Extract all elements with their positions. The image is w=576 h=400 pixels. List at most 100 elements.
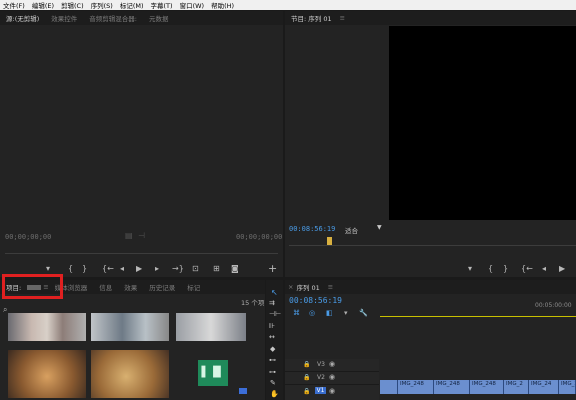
rate-stretch-icon[interactable]: ↔ [269,333,275,341]
tab-program[interactable]: 节目: 序列 01 [285,13,338,23]
slide-icon[interactable]: ⊶ [269,368,276,376]
tab-history[interactable]: 历史记录 [143,282,181,292]
timeline-clip[interactable] [380,380,398,394]
track-name-v1[interactable]: V1 [315,387,326,394]
add-marker-icon[interactable]: ◧ [326,309,333,317]
playhead-icon[interactable] [327,237,332,245]
step-forward-icon[interactable]: ▸ [155,264,159,273]
track-name-v3: V3 [317,361,325,368]
lock-icon[interactable]: 🔒 [303,388,310,395]
marker-icon-2[interactable]: ▾ [468,264,472,273]
play-icon[interactable]: ▶ [136,264,142,273]
plus-icon[interactable]: + [268,262,277,275]
razor-icon[interactable]: ◆ [270,345,275,353]
tab-effects[interactable]: 效果 [118,282,143,292]
selection-tool-icon[interactable]: ↖ [271,288,278,297]
program-monitor-panel: 节目: 序列 01 ≡ 00:08:56:19 适合 ▼ ▾ { } {← ◂ … [285,11,576,277]
track-header-v2[interactable]: 🔒 V2 ◉ [285,372,379,385]
wrench-icon[interactable]: ⊣ [138,231,145,240]
menu-edit[interactable]: 编辑(E) [32,0,54,10]
clip-thumbnail-4[interactable] [8,350,86,398]
project-item-count: 15 个项 [241,299,265,307]
clip-thumbnail-5[interactable] [91,350,169,398]
tab-info[interactable]: 信息 [93,282,118,292]
play-icon-2[interactable]: ▶ [559,264,565,273]
project-panel: 项目: ≡ 媒体浏览器 信息 效果 历史记录 标记 15 个项 ⌕ ▌▐▌ [0,274,265,400]
camera-icon[interactable]: ◙ [231,264,239,273]
clip-badge-icon [239,388,247,394]
audio-waveform-icon[interactable]: ▌▐▌ [198,360,228,386]
export-frame-icon[interactable]: ▤ [125,231,133,240]
hand-icon[interactable]: ✋ [270,390,279,398]
tab-audio-mixer[interactable]: 音频剪辑混合器: [83,13,143,23]
marker-icon[interactable]: ▾ [46,264,50,273]
lock-icon[interactable]: 🔒 [303,374,310,381]
program-video-frame [389,26,576,220]
mark-in-icon[interactable]: { [68,264,73,273]
clip-thumbnail-1[interactable] [8,313,86,341]
timeline-tabbar: × 序列 01 ≡ [285,280,576,294]
menu-bar: 文件(F) 编辑(E) 剪辑(C) 序列(S) 标记(M) 字幕(T) 窗口(W… [0,0,576,10]
go-to-in-icon[interactable]: {← [102,264,114,273]
timeline-clip[interactable]: IMG_24 [529,380,559,394]
track-header-v1[interactable]: 🔒 V1 ◉ [285,385,379,400]
slip-icon[interactable]: ⊷ [269,356,276,364]
menu-clip[interactable]: 剪辑(C) [61,0,84,10]
snap-icon[interactable]: ⌘ [293,309,300,317]
track-select-icon[interactable]: ⇉ [269,299,275,307]
tab-sequence[interactable]: 序列 01 [296,282,325,292]
menu-file[interactable]: 文件(F) [3,0,25,10]
work-area-bar[interactable] [380,316,576,317]
timeline-clip[interactable]: IMG_2 [504,380,529,394]
close-icon[interactable]: × [285,283,296,291]
clip-thumbnail-2[interactable] [91,313,169,341]
chevron-down-icon[interactable]: ▼ [377,224,382,231]
timeline-timecode[interactable]: 00:08:56:19 [289,296,342,305]
pen-icon[interactable]: ✎ [270,379,276,387]
eye-icon[interactable]: ◉ [329,373,335,381]
clip-thumbnail-3[interactable] [176,313,246,341]
menu-sequence[interactable]: 序列(S) [91,0,113,10]
timeline-clip[interactable]: IMG_248 [470,380,504,394]
menu-title[interactable]: 字幕(T) [151,0,173,10]
menu-marker[interactable]: 标记(M) [120,0,144,10]
tools-panel: ↖ ⇉ ⊣⊢ ⊪ ↔ ◆ ⊷ ⊶ ✎ ✋ [266,280,283,400]
marker-icon-3[interactable]: ▾ [344,309,348,317]
lock-icon[interactable]: 🔒 [303,361,310,368]
panel-menu-icon[interactable]: ≡ [338,14,347,22]
program-scrubber[interactable] [289,245,576,246]
ruler-label: 00:05:00:00 [535,302,572,309]
rolling-edit-icon[interactable]: ⊪ [269,322,275,330]
eye-icon[interactable]: ◉ [329,387,335,395]
track-header-v3[interactable]: 🔒 V3 ◉ [285,359,379,372]
source-timecode-out: 00;00;00;00 [236,233,283,241]
tab-metadata[interactable]: 元数据 [143,13,175,23]
menu-help[interactable]: 帮助(H) [211,0,234,10]
tab-effect-controls[interactable]: 效果控件 [45,13,83,23]
go-to-out-icon[interactable]: →} [172,264,184,273]
panel-menu-icon-2[interactable]: ≡ [326,283,335,291]
tab-source[interactable]: 源:(无剪辑) [0,13,45,23]
go-to-in-icon-2[interactable]: {← [521,264,533,273]
insert-icon[interactable]: ⊡ [192,264,199,273]
linked-selection-icon[interactable]: ◎ [309,309,315,317]
timeline-clip[interactable]: IMG_2 [559,380,576,394]
mark-out-icon[interactable]: } [82,264,87,273]
fit-dropdown[interactable]: 适合 [345,225,358,235]
source-timecode-in: 00;00;00;00 [5,233,52,241]
source-scrubber[interactable] [5,253,278,254]
ripple-edit-icon[interactable]: ⊣⊢ [269,310,281,318]
timeline-clip[interactable]: IMG_248 [398,380,434,394]
timeline-clip[interactable]: IMG_248 [434,380,470,394]
overwrite-icon[interactable]: ⊞ [213,264,220,273]
wrench-icon[interactable]: 🔧 [359,309,368,317]
step-back-icon[interactable]: ◂ [120,264,124,273]
search-icon[interactable]: ⌕ [3,305,7,315]
program-timecode[interactable]: 00:08:56:19 [289,225,335,233]
tab-markers[interactable]: 标记 [181,282,206,292]
menu-window[interactable]: 窗口(W) [180,0,205,10]
mark-in-icon-2[interactable]: { [488,264,493,273]
step-back-icon-2[interactable]: ◂ [542,264,546,273]
mark-out-icon-2[interactable]: } [503,264,508,273]
eye-icon[interactable]: ◉ [329,360,335,368]
